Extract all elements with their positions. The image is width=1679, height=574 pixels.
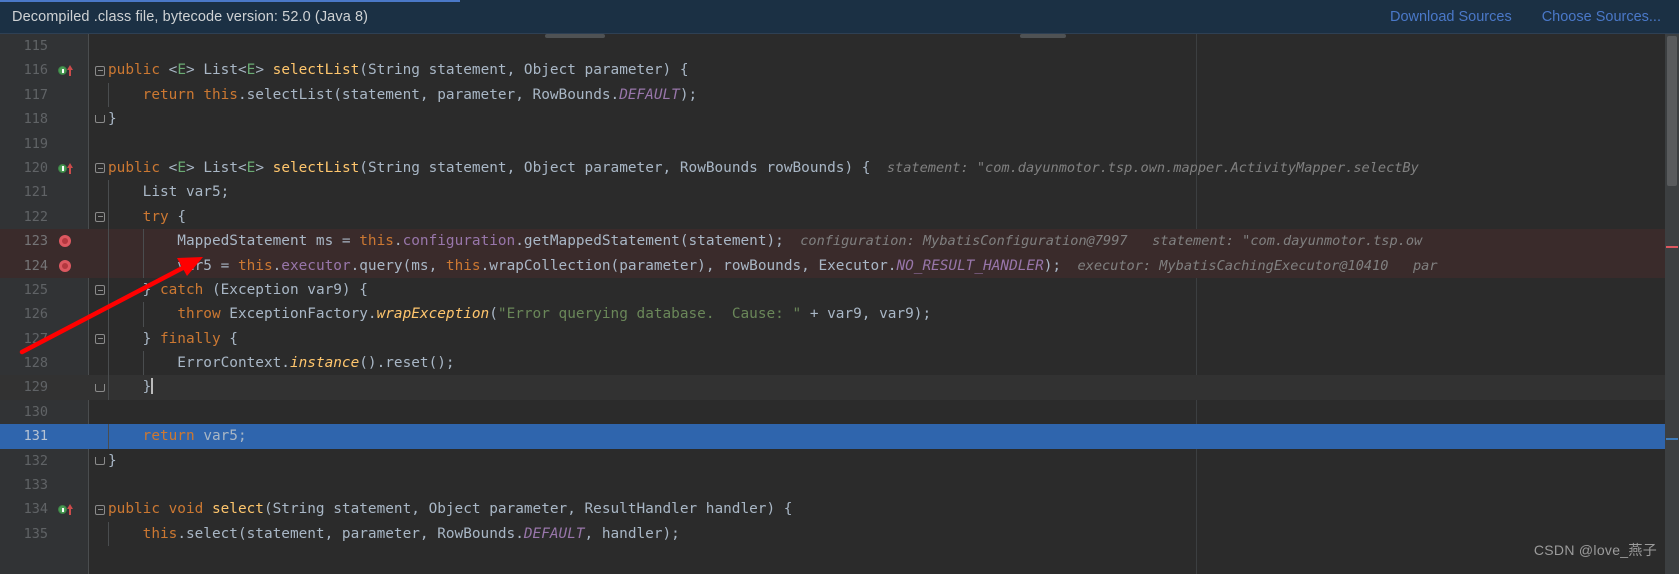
line-number: 121: [23, 184, 48, 201]
stripe-mark-caret[interactable]: [1666, 438, 1678, 440]
code-line[interactable]: 120 public <E> List<E> selectList(String …: [0, 156, 1679, 180]
scrollbar-thumb[interactable]: [1667, 36, 1677, 186]
line-number: 126: [23, 306, 48, 323]
code-text[interactable]: try {: [108, 205, 186, 229]
line-number: 118: [23, 111, 48, 128]
code-text[interactable]: MappedStatement ms = this.configuration.…: [108, 229, 1422, 253]
stripe-mark-breakpoint[interactable]: [1666, 246, 1678, 248]
line-number: 135: [23, 525, 48, 542]
code-line[interactable]: 133: [0, 473, 1679, 497]
code-line[interactable]: 122 try {: [0, 204, 1679, 230]
code-text[interactable]: List var5;: [108, 180, 230, 204]
code-text[interactable]: public void select(String statement, Obj…: [108, 497, 792, 521]
code-text[interactable]: }: [108, 449, 117, 473]
code-line[interactable]: 116 public <E> List<E> selectList(String …: [0, 58, 1679, 82]
code-line[interactable]: 130: [0, 400, 1679, 424]
code-text[interactable]: return this.selectList(statement, parame…: [108, 83, 698, 107]
code-line[interactable]: 119: [0, 132, 1679, 156]
code-line[interactable]: 128 ErrorContext.instance().reset();: [0, 351, 1679, 376]
line-number: 127: [23, 330, 48, 347]
code-text[interactable]: } catch (Exception var9) {: [108, 278, 368, 302]
code-lines: 115 116 public <E> List<E> selectList(Stri…: [0, 34, 1679, 547]
line-number: 124: [23, 257, 48, 274]
line-number: 133: [23, 477, 48, 494]
line-number: 131: [0, 424, 52, 449]
code-fold-end-icon[interactable]: [92, 375, 108, 399]
decompiled-file-banner: Decompiled .class file, bytecode version…: [0, 0, 1679, 34]
code-fold-end-icon[interactable]: [92, 107, 108, 131]
line-number: 125: [23, 281, 48, 298]
banner-actions: Download Sources Choose Sources...: [1390, 9, 1661, 25]
code-fold-collapse-icon[interactable]: [92, 497, 108, 521]
line-number: 134: [23, 501, 48, 518]
line-number: 116: [23, 62, 48, 79]
line-number: 119: [23, 135, 48, 152]
code-text[interactable]: }: [108, 107, 117, 131]
line-number: 120: [23, 159, 48, 176]
code-line[interactable]: 117 return this.selectList(statement, pa…: [0, 82, 1679, 108]
code-line[interactable]: 115: [0, 34, 1679, 58]
line-number: 122: [23, 208, 48, 225]
code-line[interactable]: 125 } catch (Exception var9) {: [0, 277, 1679, 303]
override-method-icon[interactable]: [56, 156, 74, 180]
code-text[interactable]: ErrorContext.instance().reset();: [108, 351, 454, 375]
vertical-scrollbar[interactable]: [1665, 34, 1679, 574]
code-line[interactable]: 123 MappedStatement ms = this.configurat…: [0, 229, 1679, 254]
code-fold-end-icon[interactable]: [92, 449, 108, 473]
code-line[interactable]: 135 this.select(statement, parameter, Ro…: [0, 521, 1679, 547]
code-text[interactable]: throw ExceptionFactory.wrapException("Er…: [108, 302, 931, 326]
override-method-icon[interactable]: [56, 58, 74, 82]
banner-accent-line: [0, 0, 460, 2]
code-line[interactable]: 129 }: [0, 375, 1679, 400]
code-editor[interactable]: 115 116 public <E> List<E> selectList(Stri…: [0, 34, 1679, 574]
banner-message: Decompiled .class file, bytecode version…: [12, 8, 369, 25]
code-fold-collapse-icon[interactable]: [92, 58, 108, 82]
line-number: 123: [23, 233, 48, 250]
line-number: 117: [23, 86, 48, 103]
code-line[interactable]: 126 throw ExceptionFactory.wrapException…: [0, 302, 1679, 327]
code-fold-collapse-icon[interactable]: [92, 327, 108, 351]
code-text[interactable]: public <E> List<E> selectList(String sta…: [108, 156, 1419, 180]
line-number: 115: [23, 38, 48, 54]
breakpoint-icon[interactable]: [56, 229, 74, 253]
line-number: 132: [23, 452, 48, 469]
code-line[interactable]: 121 List var5;: [0, 180, 1679, 205]
line-number: 129: [23, 379, 48, 396]
code-text[interactable]: this.select(statement, parameter, RowBou…: [108, 522, 680, 546]
code-line[interactable]: 124 var5 = this.executor.query(ms, this.…: [0, 253, 1679, 278]
code-text[interactable]: }: [108, 375, 153, 399]
override-method-icon[interactable]: [56, 497, 74, 521]
code-line[interactable]: 118}: [0, 107, 1679, 131]
choose-sources-link[interactable]: Choose Sources...: [1542, 9, 1661, 25]
code-fold-collapse-icon[interactable]: [92, 156, 108, 180]
code-line[interactable]: 132}: [0, 449, 1679, 473]
decompiled-class-editor-window: Decompiled .class file, bytecode version…: [0, 0, 1679, 574]
code-line[interactable]: 134 public void select(String statement, …: [0, 497, 1679, 521]
line-number: 130: [23, 403, 48, 420]
code-text[interactable]: return var5;: [108, 424, 247, 448]
breakpoint-icon[interactable]: [56, 254, 74, 278]
line-number: 128: [23, 355, 48, 372]
code-fold-collapse-icon[interactable]: [92, 278, 108, 302]
code-line[interactable]: 127 } finally {: [0, 326, 1679, 352]
code-text[interactable]: public <E> List<E> selectList(String sta…: [108, 58, 689, 82]
code-text[interactable]: var5 = this.executor.query(ms, this.wrap…: [108, 254, 1437, 278]
code-text[interactable]: } finally {: [108, 327, 238, 351]
download-sources-link[interactable]: Download Sources: [1390, 9, 1512, 25]
code-fold-collapse-icon[interactable]: [92, 205, 108, 229]
csdn-watermark: CSDN @love_燕子: [1533, 542, 1657, 558]
code-line[interactable]: 131 return var5;: [0, 424, 1679, 449]
